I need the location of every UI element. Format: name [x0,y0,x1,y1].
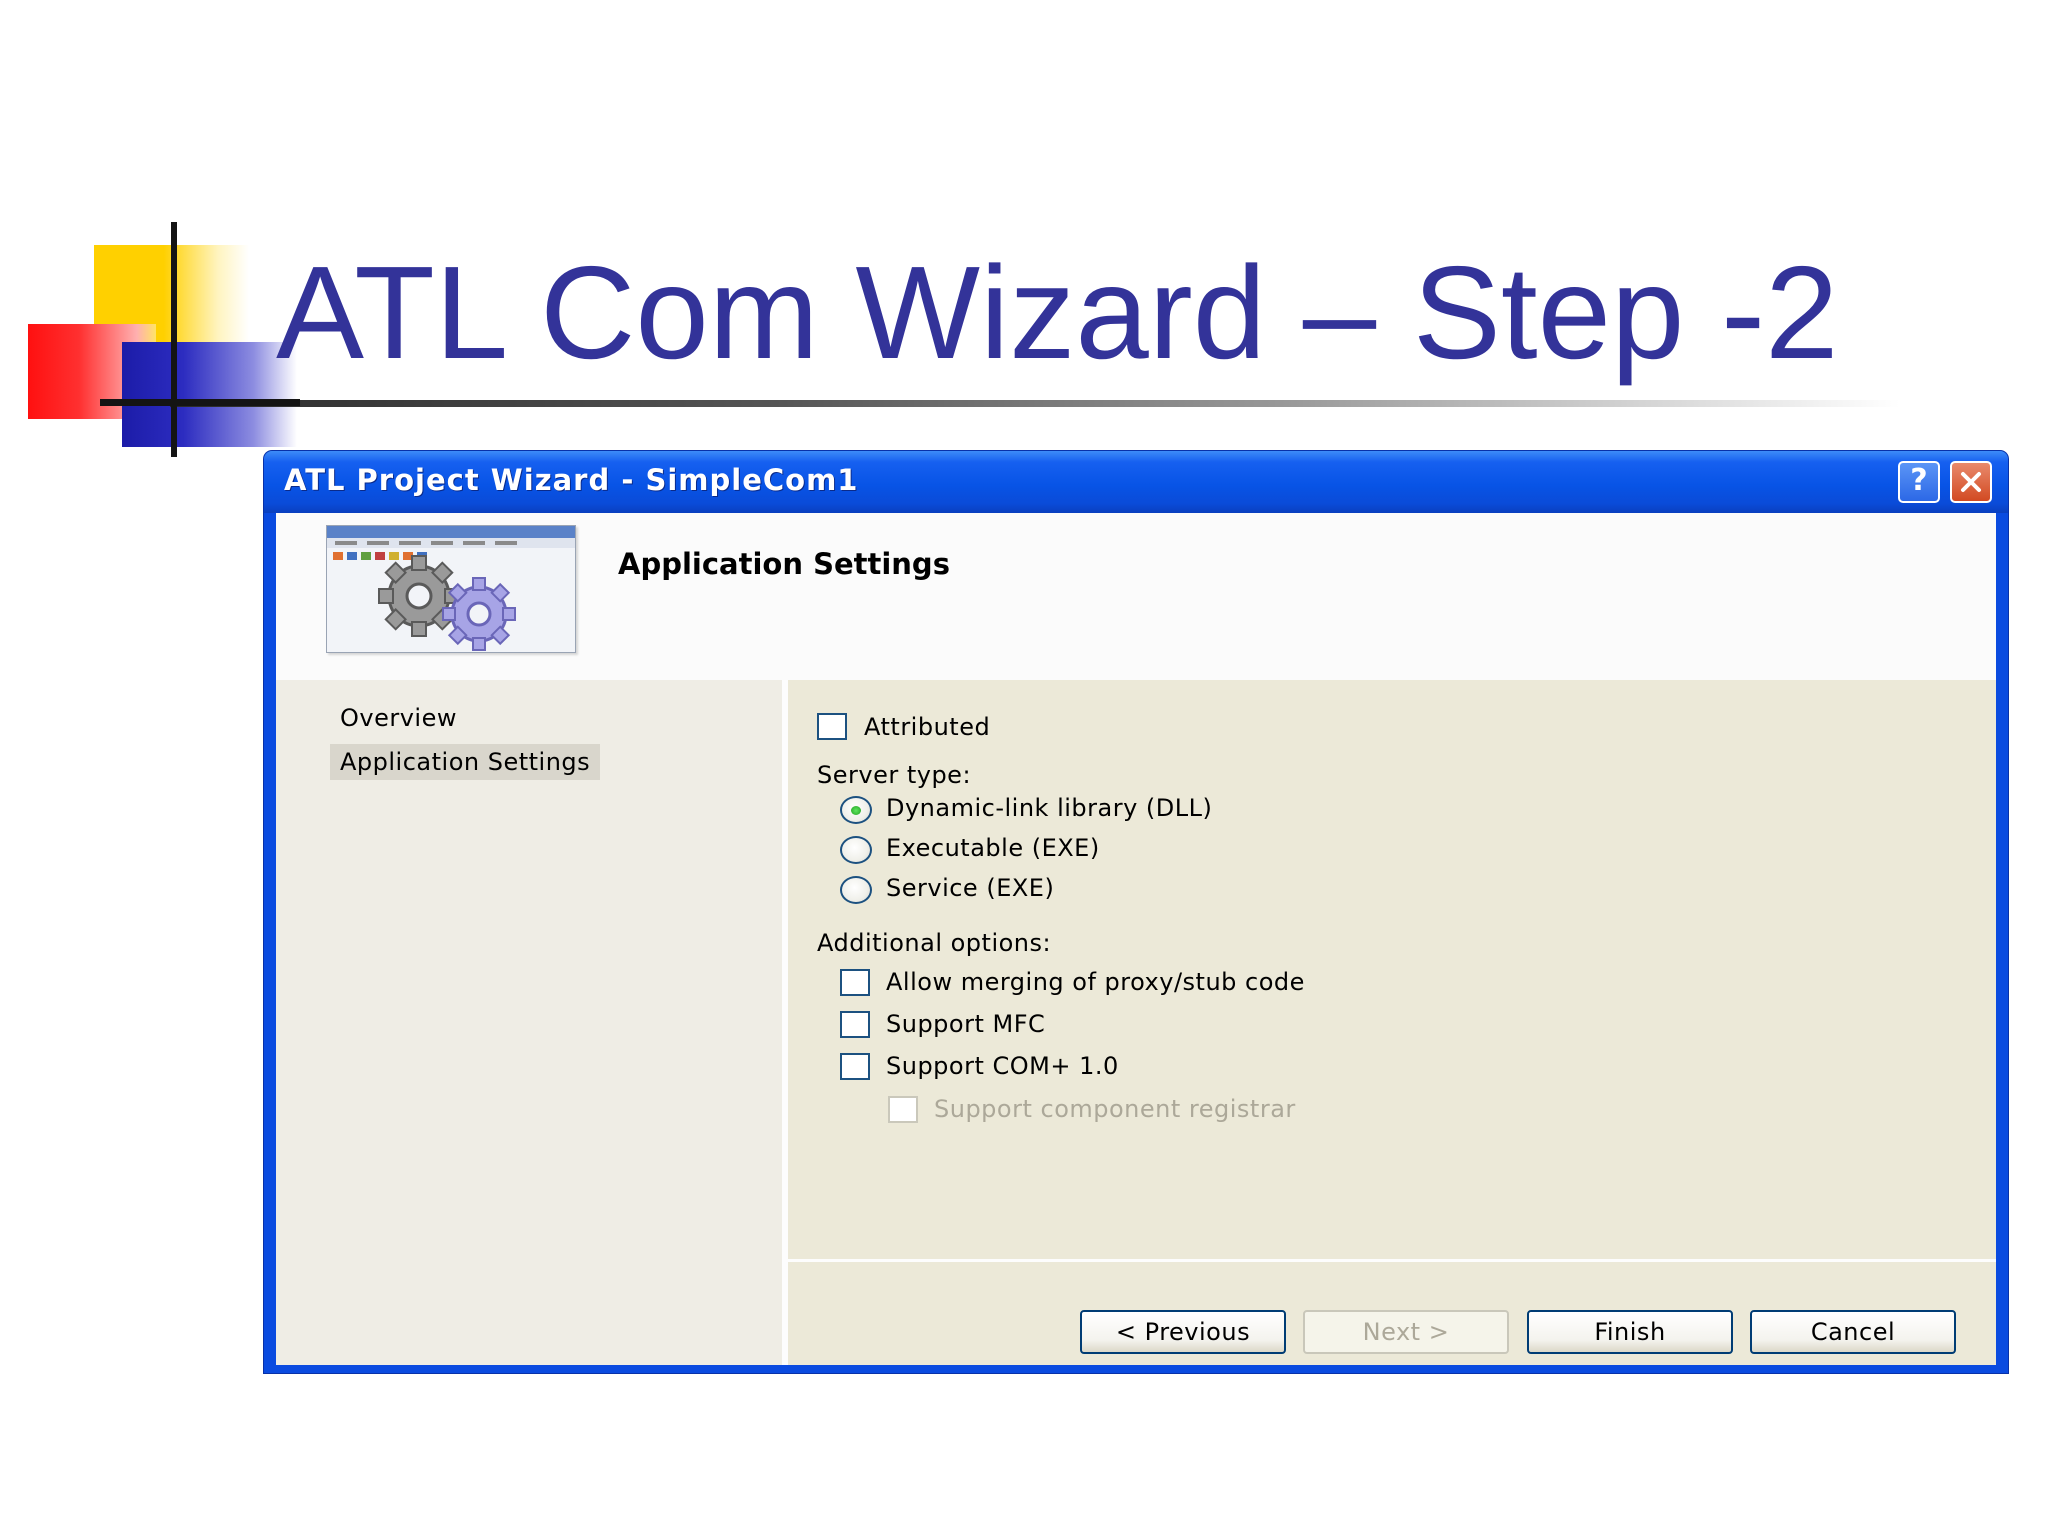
radio-dll[interactable] [840,796,872,824]
support-complus-label[interactable]: Support COM+ 1.0 [886,1052,1119,1080]
nav-item-application-settings[interactable]: Application Settings [330,744,601,780]
radio-service[interactable] [840,876,872,904]
cancel-button[interactable]: Cancel [1750,1310,1956,1354]
slide-title: ATL Com Wizard – Step -2 [276,239,1839,386]
decor-blue-square [122,342,297,447]
options-pane: Attributed Server type: Dynamic-link lib… [788,680,1996,1365]
attributed-checkbox[interactable] [817,713,847,740]
close-icon [1961,472,1981,492]
server-type-label: Server type: [817,761,972,789]
support-complus-checkbox[interactable] [840,1053,870,1080]
additional-options-label: Additional options: [817,929,1052,957]
wizard-header: Application Settings [276,513,1996,680]
help-icon: ? [1910,463,1928,498]
radio-service-label[interactable]: Service (EXE) [886,874,1054,902]
footer-separator [788,1259,1996,1262]
dialog-client-area: Application Settings Overview Applicatio… [276,513,1996,1365]
title-underline [170,400,1900,407]
merge-proxy-stub-checkbox[interactable] [840,969,870,996]
support-mfc-checkbox[interactable] [840,1011,870,1038]
next-button: Next > [1303,1310,1509,1354]
decor-cross-vertical [171,222,177,457]
decor-cross-horizontal [100,399,300,406]
merge-proxy-stub-label[interactable]: Allow merging of proxy/stub code [886,968,1305,996]
radio-selected-dot [851,806,861,815]
gears-icon [327,526,575,651]
component-registrar-label: Support component registrar [934,1095,1296,1123]
radio-exe[interactable] [840,836,872,864]
component-registrar-checkbox [888,1096,918,1123]
nav-item-overview[interactable]: Overview [330,700,467,736]
close-button[interactable] [1950,461,1992,503]
previous-button[interactable]: < Previous [1080,1310,1286,1354]
radio-dll-label[interactable]: Dynamic-link library (DLL) [886,794,1212,822]
atl-project-wizard-dialog: ATL Project Wizard - SimpleCom1 ? Applic… [264,451,2008,1373]
finish-button[interactable]: Finish [1527,1310,1733,1354]
support-mfc-label[interactable]: Support MFC [886,1010,1045,1038]
window-title: ATL Project Wizard - SimpleCom1 [284,463,859,497]
attributed-label[interactable]: Attributed [864,713,990,741]
wizard-graphic [326,525,576,653]
radio-exe-label[interactable]: Executable (EXE) [886,834,1100,862]
window-titlebar[interactable]: ATL Project Wizard - SimpleCom1 ? [264,451,2008,513]
header-title: Application Settings [618,547,950,581]
wizard-nav-pane: Overview Application Settings [276,680,788,1365]
help-button[interactable]: ? [1898,461,1940,503]
